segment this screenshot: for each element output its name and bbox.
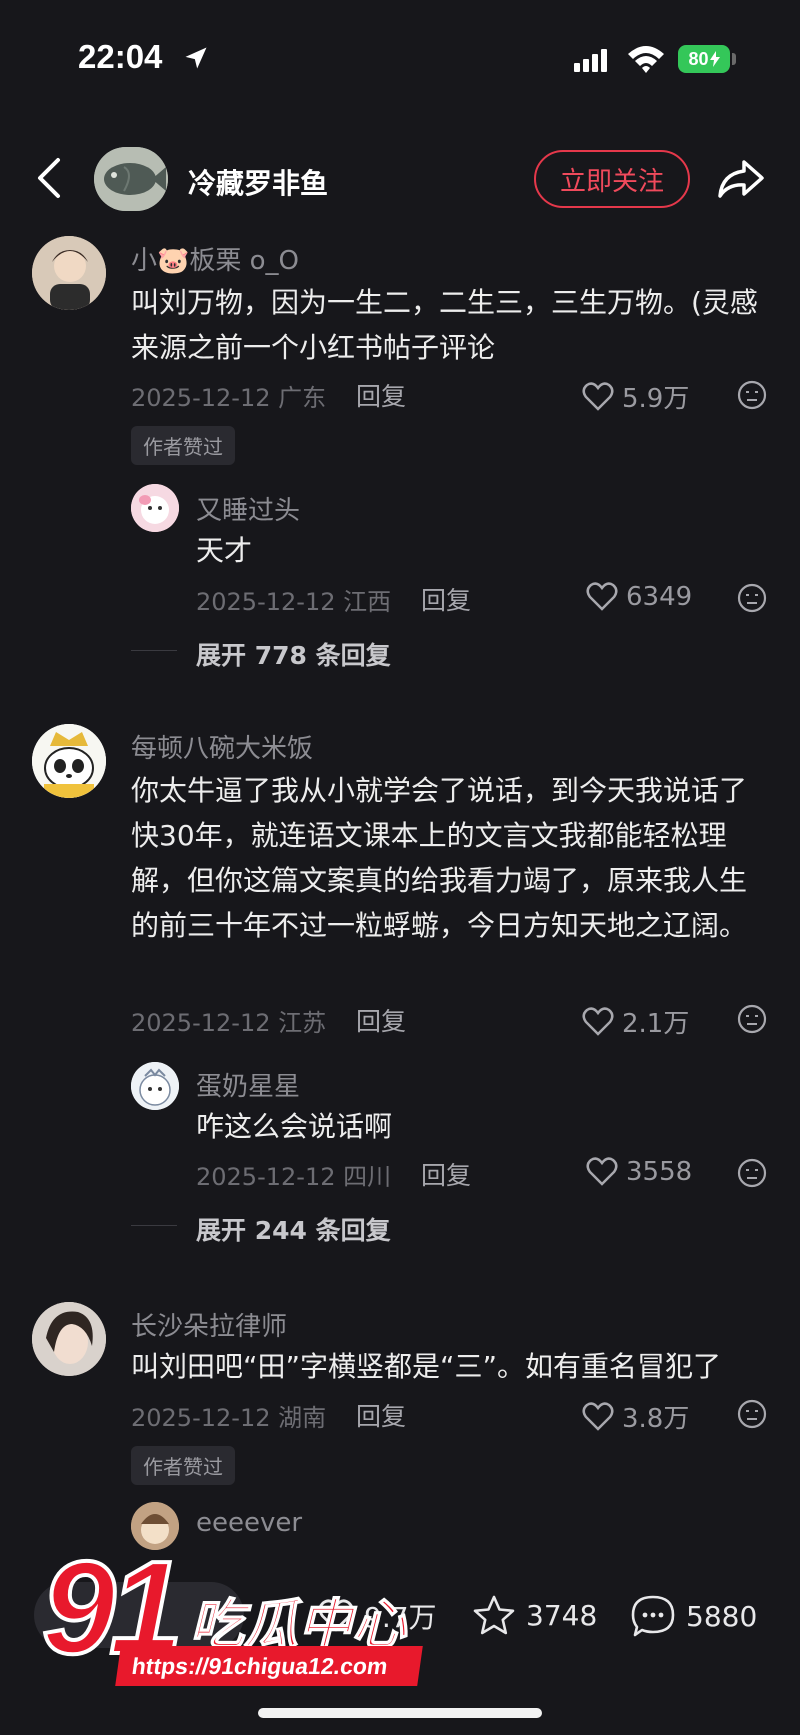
dislike-face-icon[interactable]	[737, 1158, 767, 1188]
comment-location: 湖南	[278, 1404, 327, 1432]
back-arrow-icon[interactable]	[32, 156, 68, 200]
comment-date: 2025-12-12	[131, 1404, 271, 1432]
like-button[interactable]: 5.9万	[582, 378, 689, 415]
like-count: 2.1万	[622, 1009, 690, 1039]
comments-button[interactable]: 5880	[630, 1594, 757, 1638]
heart-icon	[582, 381, 614, 411]
like-count: 5.9万	[622, 384, 690, 414]
avatar-image	[32, 236, 106, 310]
star-icon	[473, 1595, 515, 1635]
author-liked-badge: 作者赞过	[131, 426, 235, 465]
comment-meta: 2025-12-12 江苏	[131, 1003, 326, 1038]
battery-cap	[732, 53, 736, 65]
comment-date: 2025-12-12	[131, 384, 271, 412]
comment-bubble-icon	[631, 1595, 675, 1637]
like-button[interactable]: 2.1万	[582, 1003, 689, 1040]
like-count: 3558	[626, 1157, 693, 1187]
reply-username[interactable]: 蛋奶星星	[196, 1066, 300, 1103]
heart-icon	[586, 1157, 618, 1186]
charging-bolt-icon	[709, 51, 720, 67]
comment-count: 5880	[686, 1599, 758, 1633]
expand-replies-button[interactable]: 展开 778 条回复	[196, 636, 391, 672]
expand-replies-button[interactable]: 展开 244 条回复	[196, 1211, 391, 1247]
comment-avatar[interactable]	[32, 1302, 106, 1376]
comment-username[interactable]: 每顿八碗大米饭	[131, 728, 313, 765]
comment-text: 叫刘田吧“田”字横竖都是“三”。如有重名冒犯了	[131, 1350, 722, 1383]
reply-date: 2025-12-12	[196, 1163, 336, 1191]
avatar-image	[32, 724, 106, 798]
dislike-face-icon[interactable]	[737, 583, 767, 613]
reply-avatar[interactable]	[131, 484, 179, 532]
author-avatar[interactable]	[94, 147, 168, 211]
comment-username[interactable]: 长沙朵拉律师	[131, 1306, 287, 1343]
expand-divider	[131, 1225, 177, 1226]
reply-date: 2025-12-12	[196, 588, 336, 616]
avatar-image	[131, 1062, 179, 1110]
heart-icon	[582, 1006, 614, 1036]
favorite-count: 3748	[526, 1598, 598, 1632]
comment-meta: 2025-12-12 湖南	[131, 1398, 326, 1433]
status-time: 22:04	[78, 38, 163, 75]
comment-username[interactable]: 小🐷板栗 o_O	[131, 240, 299, 277]
comment-avatar[interactable]	[32, 236, 106, 310]
battery-indicator: 80	[678, 45, 730, 73]
author-name[interactable]: 冷藏罗非鱼	[188, 162, 328, 202]
favorite-button[interactable]: 3748	[472, 1594, 597, 1636]
follow-button[interactable]: 立即关注	[534, 150, 690, 208]
comment-location: 广东	[278, 384, 327, 412]
watermark-url: https://91chigua12.com	[115, 1646, 423, 1686]
expand-divider	[131, 650, 177, 651]
avatar-image	[32, 1302, 106, 1376]
avatar-image	[131, 484, 179, 532]
reply-meta: 2025-12-12 四川	[196, 1157, 391, 1192]
comment-avatar[interactable]	[32, 724, 106, 798]
comment-location: 江苏	[278, 1009, 327, 1037]
reply-location: 江西	[343, 588, 392, 616]
comment-text: 你太牛逼了我从小就学会了说话，到今天我说话了快30年，就连语文课本上的文言文我都…	[131, 774, 748, 942]
reply-username[interactable]: eeeever	[196, 1508, 302, 1538]
reply-meta: 2025-12-12 江西	[196, 582, 391, 617]
heart-icon	[586, 582, 618, 611]
reply-text: 天才	[196, 534, 253, 567]
dislike-face-icon[interactable]	[737, 380, 767, 410]
dislike-face-icon[interactable]	[737, 1399, 767, 1429]
like-count: 6349	[626, 582, 693, 612]
reply-button[interactable]: 回复	[421, 581, 471, 617]
reply-location: 四川	[343, 1163, 392, 1191]
like-count: 3.8万	[622, 1404, 690, 1434]
reply-username[interactable]: 又睡过头	[196, 490, 300, 527]
dislike-face-icon[interactable]	[737, 1004, 767, 1034]
like-button[interactable]: 6349	[586, 582, 692, 612]
reply-text: 咋这么会说话啊	[196, 1110, 393, 1143]
wifi-icon	[628, 46, 664, 73]
author-liked-badge: 作者赞过	[131, 1446, 235, 1485]
reply-button[interactable]: 回复	[356, 1397, 406, 1433]
reply-button[interactable]: 回复	[421, 1156, 471, 1192]
cellular-signal-icon	[574, 48, 607, 72]
reply-avatar[interactable]	[131, 1062, 179, 1110]
heart-icon	[582, 1401, 614, 1431]
reply-button[interactable]: 回复	[356, 377, 406, 413]
comment-text: 叫刘万物，因为一生二，二生三，三生万物。(灵感来源之前一个小红书帖子评论	[131, 286, 758, 364]
like-button[interactable]: 3.8万	[582, 1398, 689, 1435]
fish-image	[94, 147, 168, 211]
like-button[interactable]: 3558	[586, 1157, 692, 1187]
reply-button[interactable]: 回复	[356, 1002, 406, 1038]
share-icon[interactable]	[716, 154, 766, 202]
location-arrow-icon	[185, 47, 207, 69]
comment-meta: 2025-12-12 广东	[131, 378, 326, 413]
comment-date: 2025-12-12	[131, 1009, 271, 1037]
home-indicator[interactable]	[258, 1708, 542, 1718]
battery-level: 80	[688, 48, 709, 69]
